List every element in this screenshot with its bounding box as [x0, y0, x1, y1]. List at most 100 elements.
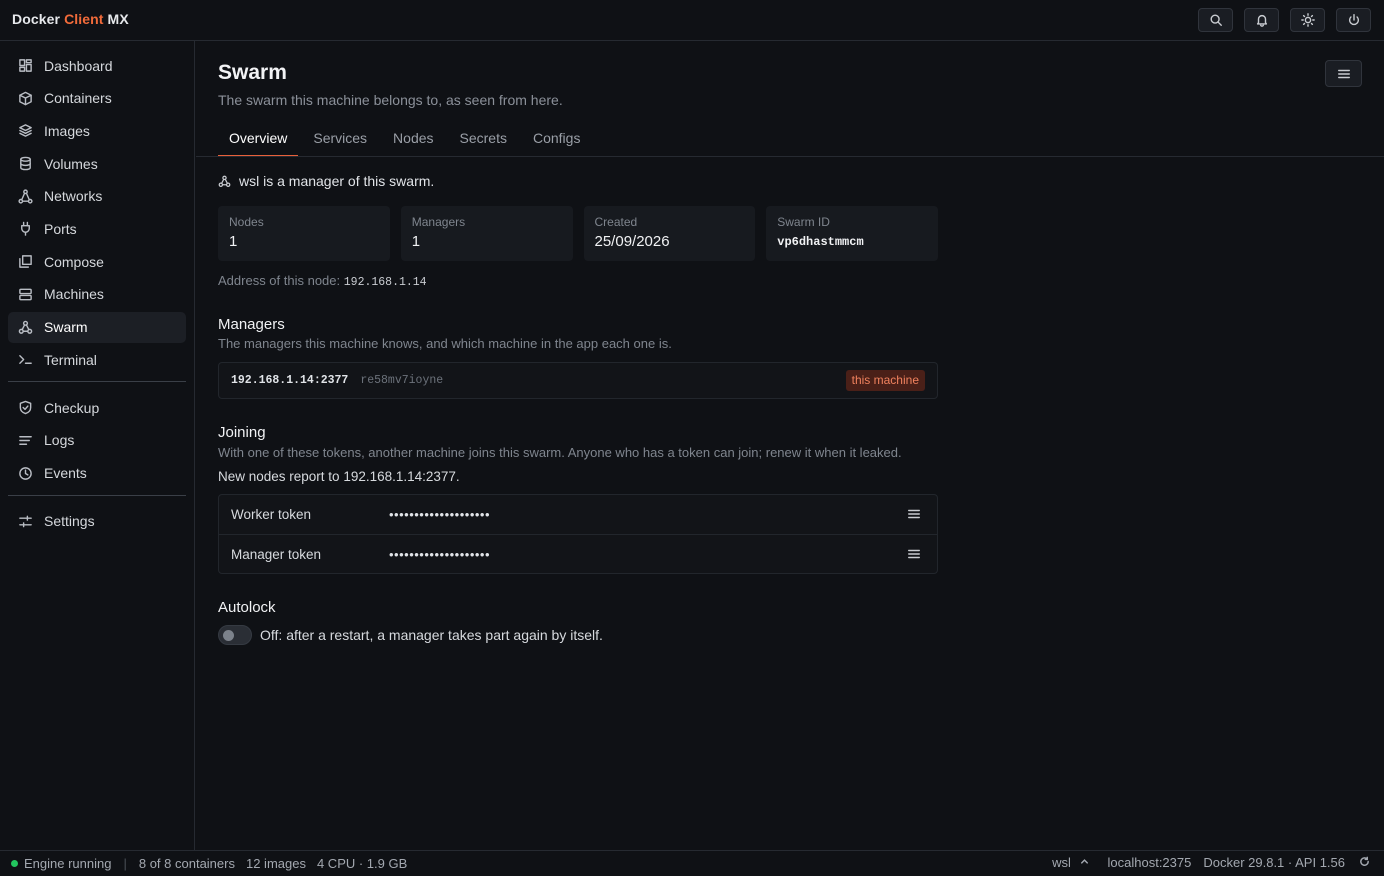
database-icon [20, 156, 31, 171]
clock-icon [19, 466, 32, 480]
container-count[interactable]: 8 of 8 containers [139, 856, 235, 871]
sidebar-item-images[interactable]: Images [8, 115, 186, 146]
context-name: wsl [1052, 855, 1071, 870]
sidebar-item-terminal[interactable]: Terminal [8, 344, 186, 375]
managers-subtitle: The managers this machine knows, and whi… [218, 336, 672, 351]
menu-icon [908, 509, 920, 519]
page-menu-button[interactable] [1325, 60, 1362, 87]
tab-secrets[interactable]: Secrets [449, 124, 518, 157]
sidebar-item-swarm[interactable]: Swarm [8, 311, 186, 343]
autolock-text: Off: after a restart, a manager takes pa… [260, 627, 603, 643]
image-count[interactable]: 12 images [246, 856, 306, 871]
sidebar-item-events[interactable]: Events [8, 458, 186, 489]
app-logo: Docker Client MX [12, 11, 129, 27]
joining-title: Joining [218, 424, 266, 441]
this-machine-badge: this machine [845, 370, 925, 391]
sidebar-item-label: Containers [44, 90, 112, 107]
sidebar-item-volumes[interactable]: Volumes [8, 148, 186, 179]
engine-status: Engine running [24, 856, 112, 871]
sidebar-item-checkup[interactable]: Checkup [8, 392, 186, 423]
menu-icon [908, 549, 920, 559]
joining-subtitle: With one of these tokens, another machin… [218, 445, 902, 460]
layers-icon [19, 124, 32, 138]
resource-summary: 4 CPU · 1.9 GB [316, 856, 408, 871]
token-label: Worker token [231, 507, 312, 522]
docker-host: localhost:2375 [1107, 855, 1192, 870]
tab-configs[interactable]: Configs [522, 124, 591, 157]
stat-label: Swarm ID [777, 215, 830, 229]
notifications-button[interactable] [1244, 8, 1279, 32]
search-icon [1209, 14, 1222, 26]
swarm-icon [18, 320, 33, 334]
sidebar-item-networks[interactable]: Networks [8, 181, 186, 212]
sidebar-item-label: Logs [44, 432, 75, 449]
sidebar-item-label: Swarm [44, 319, 88, 335]
lines-icon [19, 435, 32, 445]
sidebar-item-settings[interactable]: Settings [8, 506, 186, 537]
autolock-row: Off: after a restart, a manager takes pa… [218, 625, 938, 645]
network-icon [18, 189, 33, 204]
box-icon [19, 91, 32, 105]
main-content: Swarm The swarm this machine belongs to,… [196, 41, 1384, 850]
stat-managers: Managers 1 [400, 206, 573, 261]
theme-toggle-button[interactable] [1290, 8, 1325, 32]
sidebar-item-ports[interactable]: Ports [8, 213, 186, 244]
sidebar-item-machines[interactable]: Machines [8, 279, 186, 310]
sidebar-item-label: Ports [44, 220, 77, 237]
context-switcher[interactable]: wsl [1052, 855, 1089, 870]
sidebar-item-label: Terminal [44, 351, 97, 368]
stat-label: Nodes [229, 215, 264, 229]
sidebar-item-label: Images [44, 122, 90, 139]
copy-icon [19, 255, 32, 268]
token-menu-button[interactable] [907, 507, 921, 521]
brand-suffix: MX [103, 11, 129, 27]
sidebar-item-label: Events [44, 465, 87, 482]
tab-services[interactable]: Services [302, 124, 378, 157]
stat-value: 25/09/2026 [594, 233, 670, 250]
bell-icon [1256, 14, 1267, 27]
swarm-icon [218, 175, 231, 187]
token-list: Worker token •••••••••••••••••••• Manage… [218, 494, 938, 574]
overview-panel: wsl is a manager of this swarm. Nodes 1 … [218, 172, 938, 645]
terminal-icon [19, 355, 32, 365]
manager-id: re58mv7ioyne [360, 374, 444, 387]
token-menu-button[interactable] [907, 547, 921, 561]
token-label: Manager token [231, 546, 322, 562]
sidebar-item-label: Networks [44, 188, 103, 205]
manager-address: 192.168.1.14:2377 [231, 374, 349, 387]
manager-row: 192.168.1.14:2377 re58mv7ioyne this mach… [218, 362, 938, 399]
top-bar: Docker Client MX [0, 0, 1384, 41]
node-address-label: Address of this node: [218, 273, 341, 288]
stat-swarm-id: Swarm ID vp6dhastmmcm [766, 206, 938, 261]
sidebar-item-logs[interactable]: Logs [8, 425, 186, 456]
docker-version: Docker 29.8.1 · API 1.56 [1203, 855, 1345, 870]
brand-accent: Client [64, 11, 104, 27]
token-value: •••••••••••••••••••• [389, 507, 491, 522]
page-subtitle: The swarm this machine belongs to, as se… [218, 92, 563, 108]
stat-created: Created 25/09/2026 [583, 206, 756, 261]
autolock-toggle[interactable] [218, 625, 252, 645]
status-separator: | [123, 856, 127, 871]
tab-overview[interactable]: Overview [218, 124, 299, 157]
tab-nodes[interactable]: Nodes [382, 124, 444, 157]
stat-label: Created [594, 215, 638, 229]
engine-status-dot [11, 860, 18, 867]
stat-value: 1 [411, 233, 421, 250]
sidebar-item-label: Settings [44, 513, 95, 530]
plug-icon [21, 222, 30, 237]
stat-value: 1 [229, 233, 238, 250]
sliders-icon [19, 515, 32, 527]
sidebar-item-dashboard[interactable]: Dashboard [8, 50, 186, 81]
node-address-value: 192.168.1.14 [343, 276, 427, 289]
sidebar-item-compose[interactable]: Compose [8, 246, 186, 277]
join-report: New nodes report to 192.168.1.14:2377. [218, 469, 460, 484]
sidebar-item-label: Dashboard [44, 57, 113, 74]
server-icon [19, 288, 32, 301]
token-row-manager: Manager token •••••••••••••••••••• [219, 534, 937, 573]
power-button[interactable] [1336, 8, 1371, 32]
refresh-button[interactable] [1359, 855, 1370, 870]
search-button[interactable] [1198, 8, 1233, 32]
sidebar-divider [8, 494, 186, 496]
sidebar-item-containers[interactable]: Containers [8, 83, 186, 114]
dashboard-icon [19, 59, 32, 72]
